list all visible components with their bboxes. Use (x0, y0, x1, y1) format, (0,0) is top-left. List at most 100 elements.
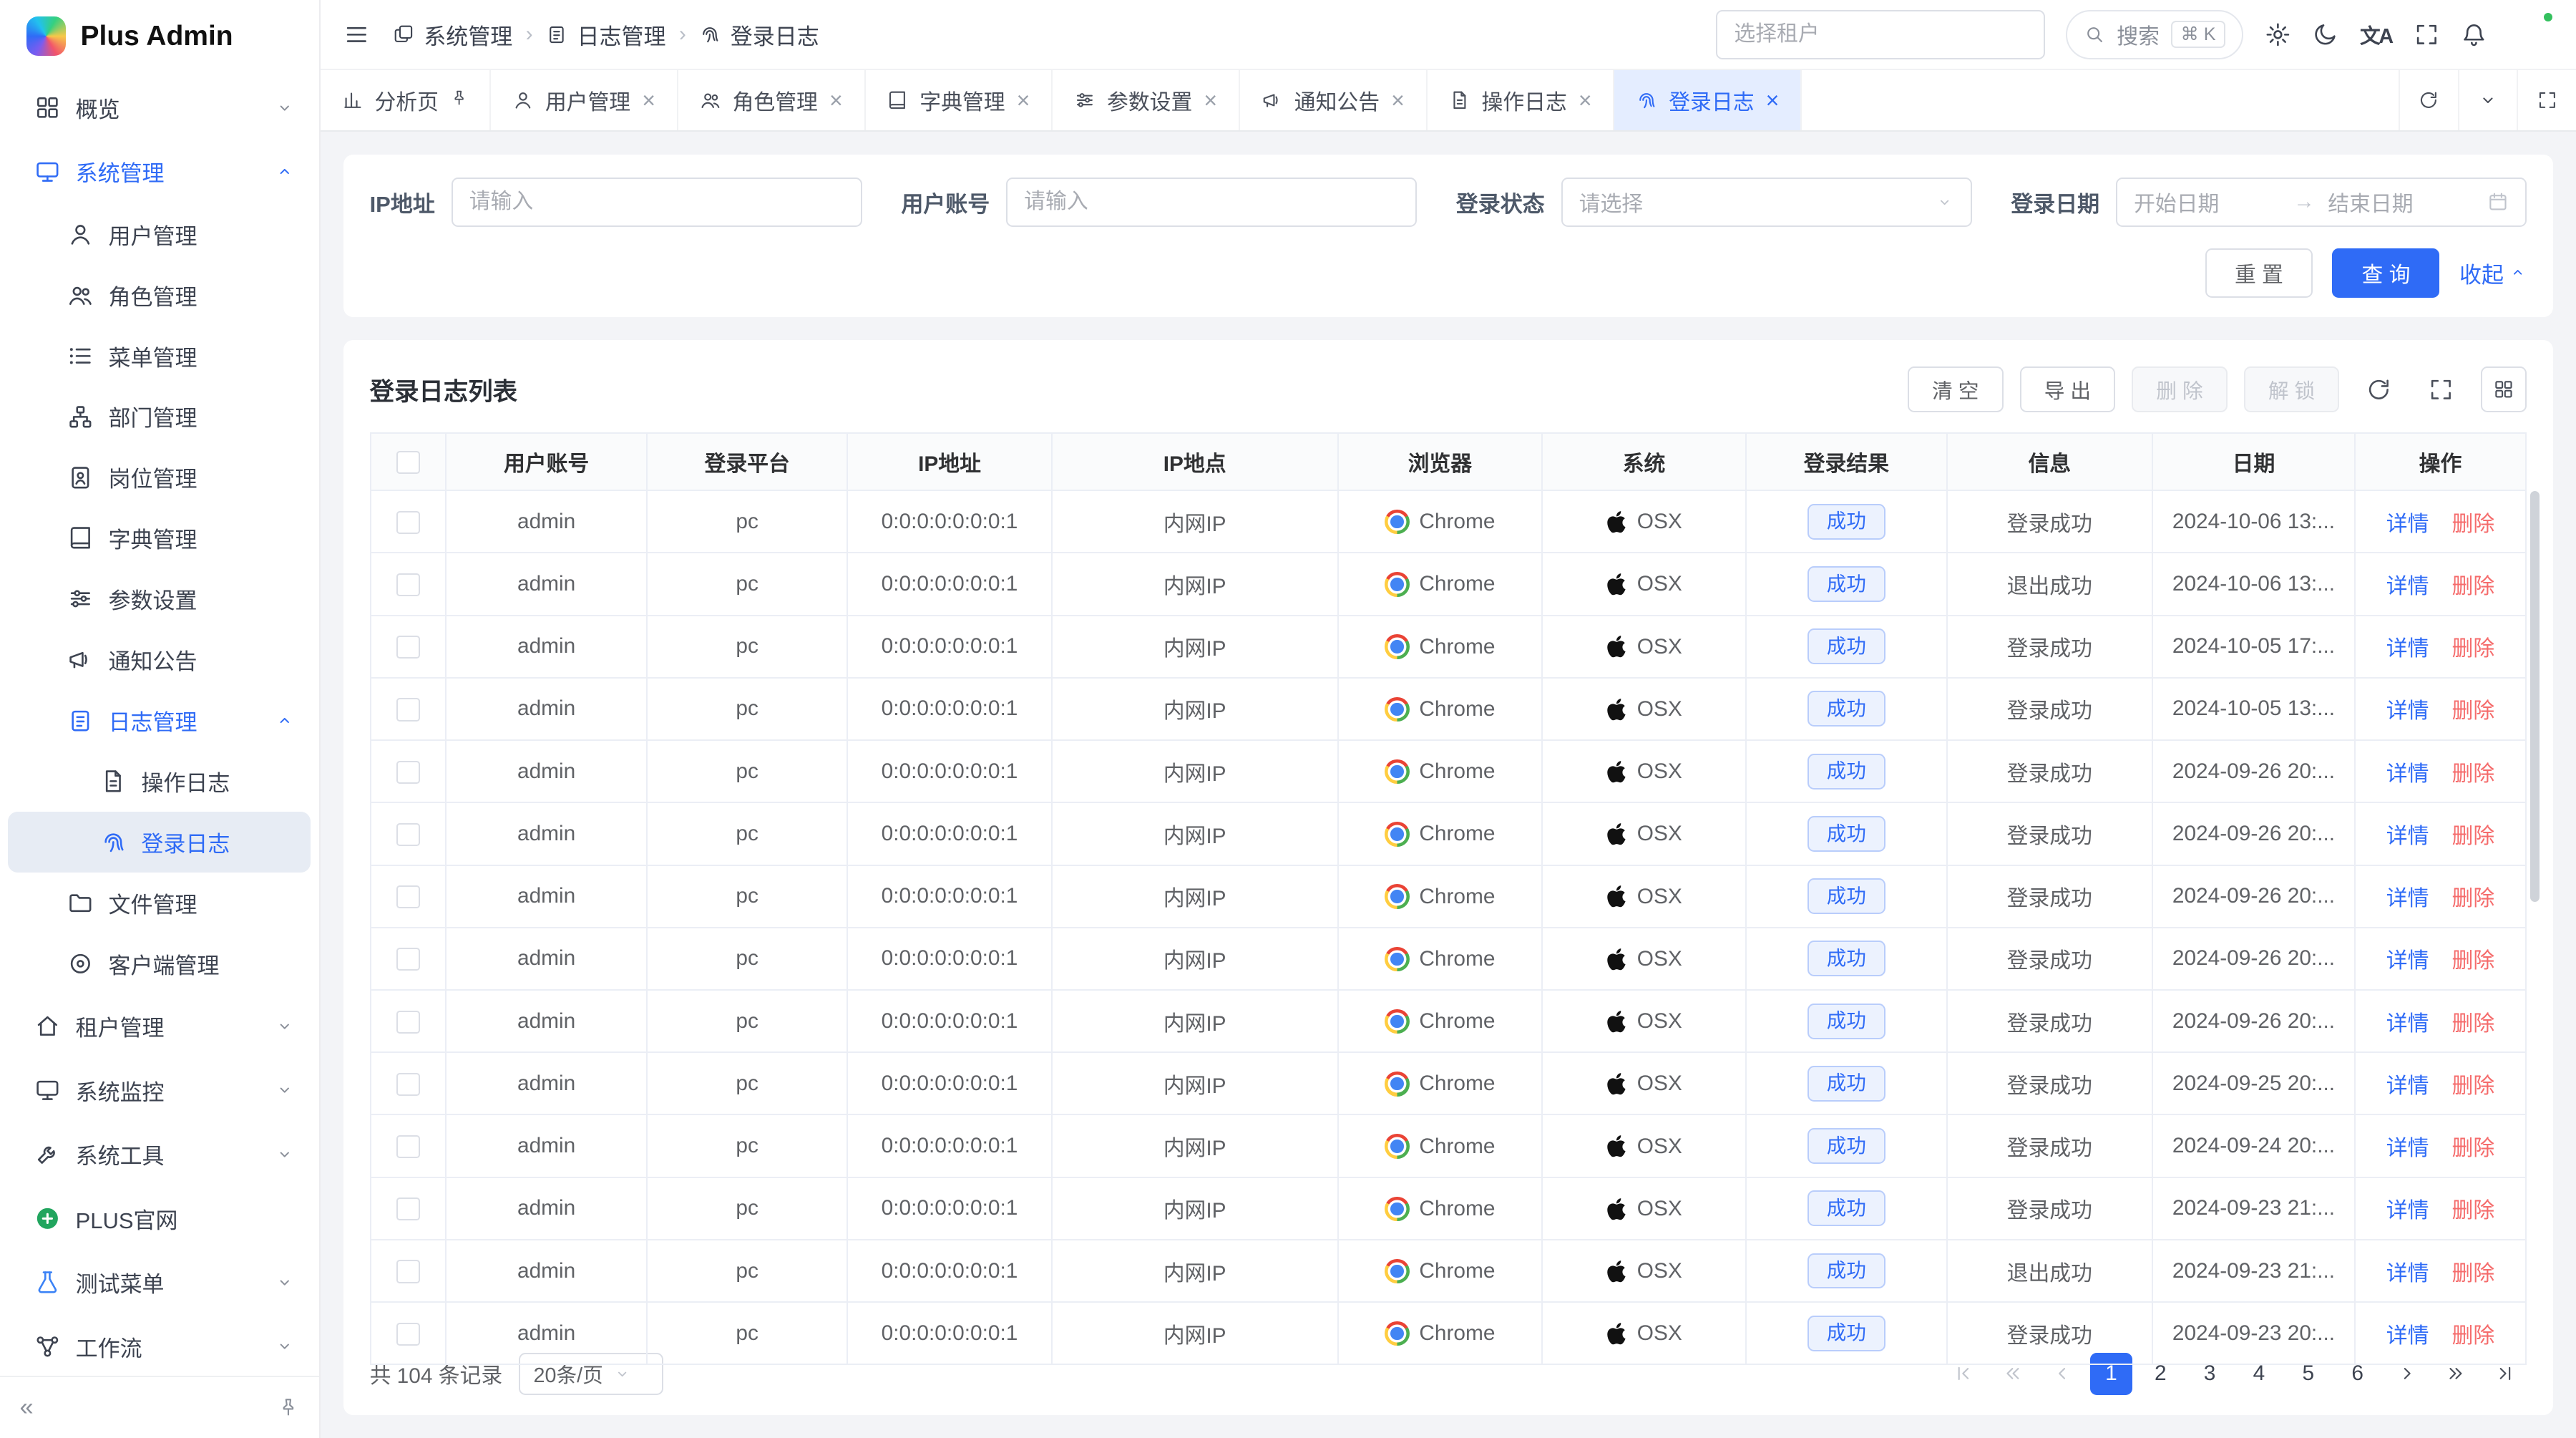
tab-close-icon[interactable]: × (1579, 89, 1592, 112)
delete-link[interactable]: 删除 (2452, 1074, 2495, 1098)
sidebar-item-notice[interactable]: 通知公告 (8, 629, 311, 690)
delete-link[interactable]: 删除 (2452, 512, 2495, 536)
app-logo[interactable]: Plus Admin (0, 0, 319, 72)
dark-mode-toggle[interactable] (2312, 21, 2338, 48)
sidebar-item-user-mgmt[interactable]: 用户管理 (8, 204, 311, 265)
tab-close-icon[interactable]: × (1017, 89, 1030, 112)
delete-link[interactable]: 删除 (2452, 887, 2495, 910)
delete-link[interactable]: 删除 (2452, 825, 2495, 848)
row-checkbox[interactable] (396, 698, 419, 721)
delete-link[interactable]: 删除 (2452, 1324, 2495, 1348)
collapse-filter-link[interactable]: 收起 (2459, 257, 2527, 289)
delete-link[interactable]: 删除 (2452, 762, 2495, 786)
sidebar-item-overview[interactable]: 概览 (8, 76, 311, 140)
tab-role-mgmt[interactable]: 角色管理× (678, 70, 866, 130)
tab-user-mgmt[interactable]: 用户管理× (491, 70, 678, 130)
tab-notice[interactable]: 通知公告× (1240, 70, 1428, 130)
tab-close-icon[interactable]: × (642, 89, 655, 112)
tab-close-icon[interactable]: × (1391, 89, 1405, 112)
delete-link[interactable]: 删除 (2452, 699, 2495, 723)
detail-link[interactable]: 详情 (2386, 887, 2429, 910)
sidebar-item-menu-mgmt[interactable]: 菜单管理 (8, 326, 311, 387)
row-checkbox[interactable] (396, 1197, 419, 1220)
sidebar-item-dept-mgmt[interactable]: 部门管理 (8, 386, 311, 447)
delete-link[interactable]: 删除 (2452, 1199, 2495, 1223)
row-checkbox[interactable] (396, 511, 419, 534)
tab-dict-mgmt[interactable]: 字典管理× (866, 70, 1053, 130)
detail-link[interactable]: 详情 (2386, 1199, 2429, 1223)
tab-options-button[interactable] (2458, 70, 2517, 130)
row-checkbox[interactable] (396, 823, 419, 846)
sidebar-item-file-mgmt[interactable]: 文件管理 (8, 873, 311, 933)
fullscreen-button[interactable] (2414, 21, 2440, 48)
detail-link[interactable]: 详情 (2386, 699, 2429, 723)
user-avatar[interactable] (2509, 12, 2553, 57)
export-button[interactable]: 导 出 (2020, 366, 2116, 412)
breadcrumb-item-system[interactable]: 系统管理 (393, 19, 513, 51)
row-checkbox[interactable] (396, 885, 419, 908)
detail-link[interactable]: 详情 (2386, 1324, 2429, 1348)
row-checkbox[interactable] (396, 1011, 419, 1034)
row-checkbox[interactable] (396, 636, 419, 659)
breadcrumb-item-log[interactable]: 日志管理 (546, 19, 666, 51)
tab-close-icon[interactable]: × (1204, 89, 1217, 112)
delete-link[interactable]: 删除 (2452, 575, 2495, 598)
ip-address-input[interactable] (452, 178, 862, 227)
sidebar-item-login-log[interactable]: 登录日志 (8, 812, 311, 873)
tab-close-icon[interactable]: × (1766, 89, 1780, 112)
login-status-select[interactable]: 请选择 (1561, 178, 1972, 227)
sidebar-item-workflow[interactable]: 工作流 (8, 1315, 311, 1376)
pin-sidebar-button[interactable] (278, 1396, 299, 1418)
reset-button[interactable]: 重 置 (2205, 248, 2313, 298)
detail-link[interactable]: 详情 (2386, 949, 2429, 973)
sidebar-item-op-log[interactable]: 操作日志 (8, 751, 311, 812)
sidebar-item-system-mgmt[interactable]: 系统管理 (8, 140, 311, 204)
tab-params[interactable]: 参数设置× (1053, 70, 1240, 130)
delete-link[interactable]: 删除 (2452, 637, 2495, 661)
delete-link[interactable]: 删除 (2452, 949, 2495, 973)
tab-close-icon[interactable]: × (829, 89, 843, 112)
detail-link[interactable]: 详情 (2386, 1137, 2429, 1160)
content-fullscreen-button[interactable] (2517, 70, 2576, 130)
row-checkbox[interactable] (396, 1073, 419, 1096)
sidebar-item-test-menu[interactable]: 测试菜单 (8, 1250, 311, 1315)
vertical-scrollbar[interactable] (2530, 491, 2540, 902)
detail-link[interactable]: 详情 (2386, 1262, 2429, 1286)
clear-button[interactable]: 清 空 (1908, 366, 2004, 412)
global-search-button[interactable]: 搜索 ⌘ K (2066, 10, 2243, 59)
sidebar-item-tenant-mgmt[interactable]: 租户管理 (8, 994, 311, 1059)
delete-link[interactable]: 删除 (2452, 1262, 2495, 1286)
search-button[interactable]: 查 询 (2332, 248, 2439, 298)
detail-link[interactable]: 详情 (2386, 1074, 2429, 1098)
sidebar-item-sys-tools[interactable]: 系统工具 (8, 1122, 311, 1187)
detail-link[interactable]: 详情 (2386, 1012, 2429, 1036)
settings-button[interactable] (2265, 21, 2291, 48)
delete-link[interactable]: 删除 (2452, 1137, 2495, 1160)
sidebar-item-client-mgmt[interactable]: 客户端管理 (8, 933, 311, 994)
language-toggle[interactable]: 文A (2360, 20, 2392, 49)
row-checkbox[interactable] (396, 761, 419, 784)
tab-login-log[interactable]: 登录日志× (1614, 70, 1802, 130)
detail-link[interactable]: 详情 (2386, 825, 2429, 848)
sidebar-item-log-mgmt[interactable]: 日志管理 (8, 690, 311, 751)
row-checkbox[interactable] (396, 1260, 419, 1283)
row-checkbox[interactable] (396, 1135, 419, 1158)
column-settings-button[interactable] (2481, 366, 2527, 412)
sidebar-item-sys-monitor[interactable]: 系统监控 (8, 1058, 311, 1122)
detail-link[interactable]: 详情 (2386, 512, 2429, 536)
tab-op-log[interactable]: 操作日志× (1428, 70, 1615, 130)
tab-analysis[interactable]: 分析页 (321, 70, 491, 130)
row-checkbox[interactable] (396, 1323, 419, 1346)
breadcrumb-item-login-log[interactable]: 登录日志 (699, 19, 819, 51)
delete-button[interactable]: 删 除 (2132, 366, 2228, 412)
tab-pin-button[interactable] (450, 88, 468, 112)
row-checkbox[interactable] (396, 573, 419, 596)
tenant-select-input[interactable] (1716, 10, 2044, 59)
sidebar-item-plus-site[interactable]: PLUS官网 (8, 1186, 311, 1250)
refresh-tab-button[interactable] (2399, 70, 2458, 130)
select-all-checkbox[interactable] (396, 451, 419, 474)
user-account-input[interactable] (1006, 178, 1417, 227)
detail-link[interactable]: 详情 (2386, 762, 2429, 786)
hamburger-menu-button[interactable] (343, 21, 370, 48)
login-date-range-picker[interactable]: 开始日期 → 结束日期 (2116, 178, 2527, 227)
